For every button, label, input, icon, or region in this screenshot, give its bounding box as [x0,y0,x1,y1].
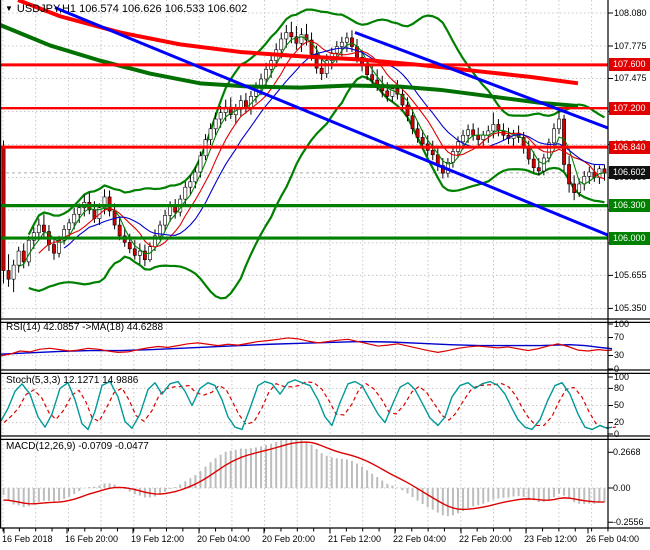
price-axis-label: 105.655 [614,269,647,280]
time-axis-label: 22 Feb 04:00 [393,534,447,544]
time-axis-label: 16 Feb 2018 [2,534,53,544]
chart-title: ▼ USDJPY,H1 106.574 106.626 106.533 106.6… [5,3,247,15]
macd-axis-label: 0.00 [613,482,631,493]
stoch-axis-label: 50 [614,400,625,410]
price-level-label: 107.600 [609,58,650,72]
price-level-label: 107.200 [609,101,650,115]
time-axis-label: 16 Feb 20:00 [65,534,119,544]
time-axis-label: 23 Feb 12:00 [524,534,578,544]
symbol-quote-text: USDJPY,H1 106.574 106.626 106.533 106.60… [16,3,248,15]
price-axis-label: 105.350 [614,302,647,313]
price-axis-label: 107.475 [614,72,647,83]
rsi-axis-label: 100 [614,318,630,329]
price-level-label: 106.300 [609,199,650,213]
stoch-axis-label: 80 [614,382,625,393]
rsi-axis-label: 70 [614,332,625,342]
stoch-axis-label: 20 [614,417,625,428]
stoch-axis-label: 100 [614,371,630,382]
stoch-indicator-label: Stoch(5,3,3) 12.1271 14.9886 [6,375,139,386]
macd-axis-label: 0.2668 [613,446,641,457]
time-axis-label: 19 Feb 12:00 [131,534,185,544]
price-axis-label: 108.080 [614,7,647,18]
main-price-panel[interactable] [0,0,615,300]
macd-indicator-label: MACD(12,26,9) -0.0709 -0.0477 [6,441,149,452]
time-axis-label: 21 Feb 12:00 [328,534,382,544]
stoch-axis-label: 0 [614,428,620,439]
price-level-label: 106.840 [609,140,650,154]
time-axis-label: 20 Feb 04:00 [197,534,251,544]
time-axis-label: 20 Feb 20:00 [262,534,316,544]
rsi-axis-label: 30 [614,350,625,360]
symbol-dropdown-icon[interactable]: ▼ [5,4,13,13]
time-axis-label: 26 Feb 04:00 [586,534,640,544]
macd-axis-label: -0.2556 [613,516,644,527]
price-chart-canvas[interactable] [0,0,650,550]
price-axis-label: 107.775 [614,40,647,51]
time-axis-label: 22 Feb 20:00 [459,534,513,544]
price-level-label: 106.000 [609,231,650,245]
rsi-indicator-label: RSI(14) 42.0857 ->MA(18) 44.6288 [6,322,164,333]
current-price-label: 106.602 [609,166,650,180]
trading-chart-window: ▼ USDJPY,H1 106.574 106.626 106.533 106.6… [0,0,650,550]
